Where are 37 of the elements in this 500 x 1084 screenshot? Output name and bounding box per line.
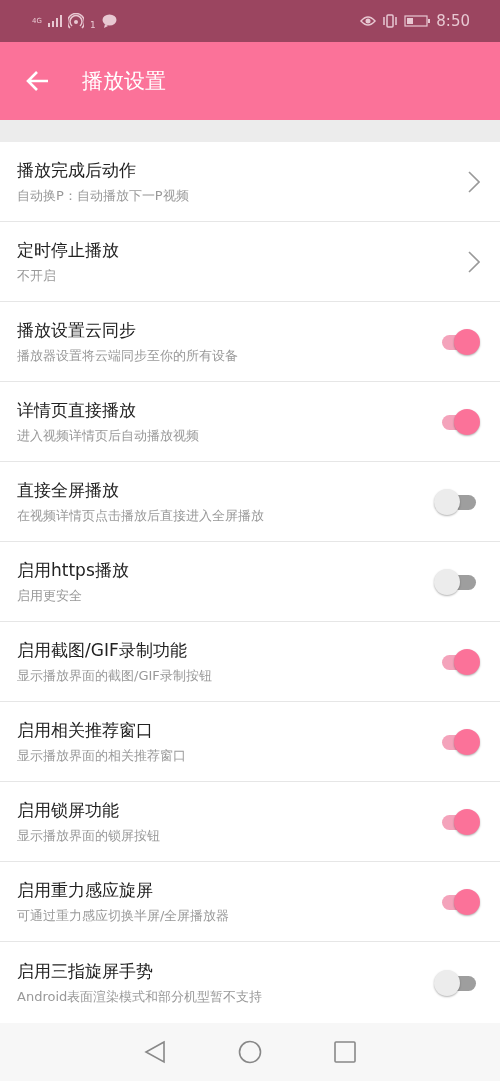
setting-description: 可通过重力感应切换半屏/全屏播放器 [17, 906, 231, 925]
setting-title: 启用截图/GIF录制功能 [17, 638, 188, 662]
setting-description: 启用更安全 [17, 586, 83, 605]
setting-title: 启用https播放 [17, 558, 130, 582]
setting-description: Android表面渲染模式和部分机型暂不支持 [17, 987, 264, 1006]
back-arrow-icon [26, 70, 50, 92]
setting-description: 在视频详情页点击播放后直接进入全屏播放 [17, 506, 265, 525]
setting-description: 显示播放界面的截图/GIF录制按钮 [17, 666, 213, 685]
setting-title: 启用相关推荐窗口 [17, 718, 154, 742]
eye-icon [360, 15, 377, 27]
notification-count: 1 [89, 20, 96, 30]
setting-title: 定时停止播放 [17, 238, 120, 262]
page-title: 播放设置 [82, 68, 166, 95]
chevron-right-icon [468, 250, 480, 273]
setting-description: 显示播放界面的锁屏按钮 [17, 826, 161, 845]
chevron-right-icon [468, 170, 480, 193]
back-nav-button[interactable] [144, 1040, 166, 1064]
setting-description: 显示播放界面的相关推荐窗口 [17, 746, 187, 765]
setting-title: 直接全屏播放 [17, 478, 120, 502]
recents-nav-button[interactable] [334, 1041, 356, 1063]
home-nav-button[interactable] [238, 1040, 262, 1064]
setting-description: 不开启 [17, 266, 57, 285]
setting-title: 启用重力感应旋屏 [17, 878, 154, 902]
setting-title: 播放设置云同步 [17, 318, 137, 342]
vibrate-icon [382, 14, 399, 28]
setting-title: 播放完成后动作 [17, 158, 137, 182]
clock-time: 8:50 [436, 12, 470, 30]
battery-icon [404, 15, 431, 27]
setting-title: 启用三指旋屏手势 [17, 959, 154, 983]
back-button[interactable] [26, 70, 50, 92]
setting-title: 启用锁屏功能 [17, 798, 120, 822]
setting-description: 进入视频详情页后自动播放视频 [17, 426, 200, 445]
setting-title: 详情页直接播放 [17, 398, 137, 422]
chat-bubble-icon [101, 14, 117, 28]
setting-description: 播放器设置将云端同步至你的所有设备 [17, 346, 239, 365]
hotspot-icon [67, 13, 84, 29]
signal-icon [47, 15, 62, 27]
